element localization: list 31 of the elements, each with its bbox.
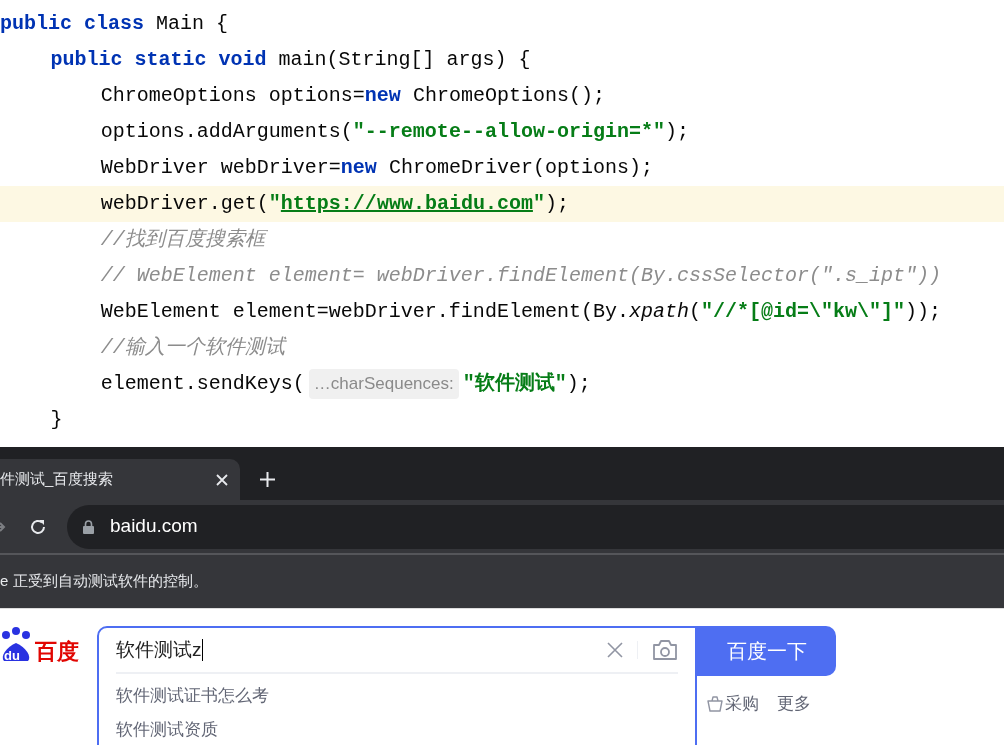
code-comment: // WebElement element= webDriver.findElement(By.cssSelector(".s_ipt")) [99,263,941,289]
lock-icon [83,519,94,534]
logo-text: 百度 [35,641,79,663]
code-line: WebElement element=webDriver.findElement(By.xpath("//*[@id=\"kw\"]")); [99,299,941,325]
camera-icon[interactable] [652,639,678,661]
tab-title: 件测试_百度搜索 [0,469,114,490]
code-comment: //输入一个软件测试 [99,335,285,361]
code-line: public static void main(String[] args) { [49,47,531,73]
nav-link[interactable]: 采购 [725,691,759,717]
address-bar[interactable]: baidu.com [67,504,1004,549]
code-line: webDriver.get("https://www.baidu.com"); [99,191,569,217]
search-suggestion[interactable]: 软件测试证书怎么考 [116,686,269,706]
forward-arrow-icon[interactable] [0,519,6,534]
code-line: options.addArguments("--remote--allow-origin=*"); [99,119,689,145]
nav-link[interactable]: 更多 [777,691,811,717]
clear-icon[interactable] [607,642,623,658]
text-caret [201,639,203,661]
search-suggestion[interactable]: 软件测试资质 [116,720,218,740]
automation-notice: e 正受到自动测试软件的控制。 [0,571,208,592]
search-field[interactable]: 软件测试z [116,635,607,665]
code-line: public class Main { [0,11,229,37]
browser-tab[interactable]: 件测试_百度搜索 [0,459,240,500]
code-line: WebDriver webDriver=new ChromeDriver(options); [99,155,653,181]
search-button[interactable]: 百度一下 [697,626,836,676]
code-line: element.sendKeys( …charSequences: "软件测试"); [0,369,591,399]
code-line: ChromeOptions options=new ChromeOptions(); [99,83,605,109]
code-line: } [49,407,63,433]
basket-icon [707,695,723,712]
close-icon[interactable] [216,473,228,486]
new-tab-icon[interactable] [260,472,275,487]
reload-icon[interactable] [29,517,47,536]
